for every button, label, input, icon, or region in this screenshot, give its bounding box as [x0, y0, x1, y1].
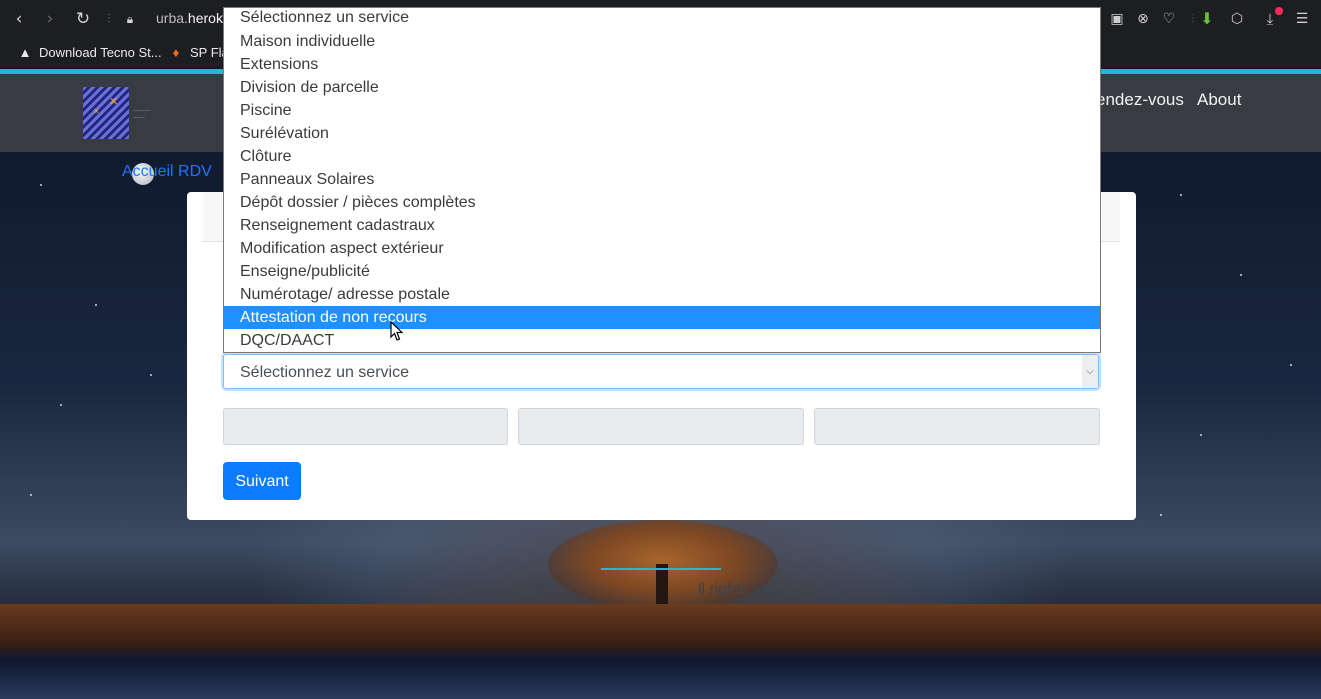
- heart-icon[interactable]: ♡: [1159, 9, 1179, 29]
- cube-icon[interactable]: ⬡: [1227, 9, 1247, 29]
- service-select[interactable]: Sélectionnez un service ⌵: [223, 354, 1099, 389]
- logo-mark-icon: ✕: [93, 107, 100, 116]
- next-button[interactable]: Suivant: [223, 462, 301, 500]
- copyright-end: ll rights reserved: [697, 581, 816, 598]
- dropdown-option[interactable]: Maison individuelle: [224, 30, 1100, 53]
- easy-setup-icon[interactable]: ☰: [1292, 9, 1312, 29]
- triangle-icon: ▲: [18, 45, 32, 60]
- dropdown-option[interactable]: DQC/DAACT: [224, 329, 1100, 352]
- nav-about[interactable]: About: [1197, 90, 1241, 110]
- logo-mark-icon: ✕: [109, 95, 119, 108]
- dropdown-option[interactable]: Division de parcelle: [224, 76, 1100, 99]
- reload-icon[interactable]: ↻: [73, 9, 93, 29]
- dropdown-option[interactable]: Modification aspect extérieur: [224, 237, 1100, 260]
- disabled-field-1: [223, 408, 508, 445]
- logo-tagline: ——— ——: [133, 107, 151, 121]
- dropdown-option[interactable]: Enseigne/publicité: [224, 260, 1100, 283]
- mouse-cursor-icon: [390, 321, 404, 341]
- camera-icon[interactable]: ▣: [1107, 9, 1127, 29]
- dropdown-option[interactable]: Clôture: [224, 145, 1100, 168]
- disabled-field-3: [814, 408, 1100, 445]
- menu-dots-icon[interactable]: ⋮: [99, 9, 119, 29]
- dropdown-option[interactable]: Renseignement cadastraux: [224, 214, 1100, 237]
- notification-dot: [1275, 7, 1283, 15]
- address-bar[interactable]: urba.herok: [156, 10, 223, 26]
- bookmark-label: Download Tecno St...: [39, 45, 162, 60]
- url-domain: herok: [187, 10, 223, 26]
- service-dropdown-list[interactable]: Sélectionnez un service Maison individuel…: [223, 7, 1101, 353]
- footer-divider: [601, 568, 721, 570]
- site-logo[interactable]: ✕ ✕: [83, 87, 129, 139]
- dropdown-option[interactable]: Panneaux Solaires: [224, 168, 1100, 191]
- dropdown-option[interactable]: Sélectionnez un service: [224, 8, 1100, 30]
- copyright-text: © Copyright 20 ll rights reserved: [443, 581, 815, 599]
- block-icon[interactable]: ⊗: [1133, 9, 1153, 29]
- chevron-down-icon[interactable]: ⌵: [1082, 355, 1098, 388]
- dropdown-option[interactable]: Attestation de non recours: [224, 306, 1100, 329]
- service-select-value: Sélectionnez un service: [240, 364, 409, 381]
- dropdown-option[interactable]: Piscine: [224, 99, 1100, 122]
- lock-icon[interactable]: 🔒︎: [120, 9, 140, 29]
- url-prefix: urba.: [156, 10, 188, 26]
- back-icon[interactable]: ‹: [9, 9, 29, 29]
- ground-reflection: [0, 604, 1321, 699]
- bookmark-download-tecno[interactable]: ▲ Download Tecno St...: [17, 44, 162, 62]
- dropdown-option[interactable]: Extensions: [224, 53, 1100, 76]
- dropdown-option[interactable]: Dépôt dossier / pièces complètes: [224, 191, 1100, 214]
- breadcrumb-accueil-rdv[interactable]: Accueil RDV: [122, 163, 212, 181]
- flame-icon: ♦: [172, 45, 180, 60]
- forward-icon[interactable]: ›: [40, 9, 60, 29]
- nav-rendez-vous[interactable]: endez-vous: [1096, 90, 1184, 110]
- disabled-field-2: [518, 408, 804, 445]
- dropdown-option[interactable]: Numérotage/ adresse postale: [224, 283, 1100, 306]
- download-arrow-icon[interactable]: ⬇: [1197, 9, 1217, 29]
- copyright-start: © Copyright 20: [443, 581, 550, 598]
- dropdown-option[interactable]: Surélévation: [224, 122, 1100, 145]
